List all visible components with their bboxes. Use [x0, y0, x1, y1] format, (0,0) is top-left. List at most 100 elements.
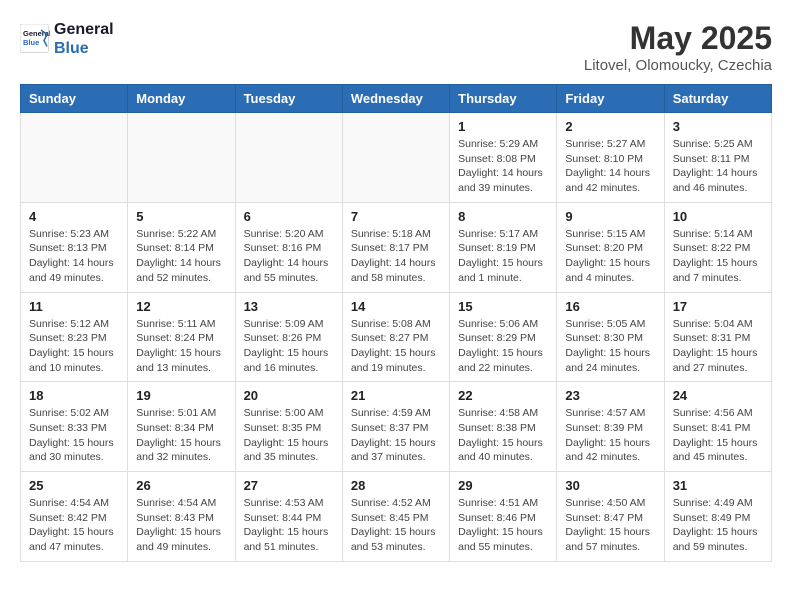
- day-number: 5: [136, 209, 226, 224]
- day-cell-4-1: 18 Sunrise: 5:02 AM Sunset: 8:33 PM Dayli…: [21, 382, 128, 472]
- day-info: Sunrise: 4:53 AM Sunset: 8:44 PM Dayligh…: [244, 496, 334, 555]
- day-number: 9: [565, 209, 655, 224]
- day-cell-2-2: 5 Sunrise: 5:22 AM Sunset: 8:14 PM Daylig…: [128, 202, 235, 292]
- day-cell-3-2: 12 Sunrise: 5:11 AM Sunset: 8:24 PM Dayli…: [128, 292, 235, 382]
- day-number: 15: [458, 299, 548, 314]
- header-saturday: Saturday: [664, 85, 771, 113]
- week-row-3: 11Sunrise: 5:12 AM Sunset: 8:23 PM Dayli…: [21, 292, 772, 382]
- day-number: 29: [458, 478, 548, 493]
- day-cell-1-2: [128, 113, 235, 203]
- day-info: Sunrise: 5:04 AM Sunset: 8:31 PM Dayligh…: [673, 317, 763, 376]
- calendar-table: Sunday Monday Tuesday Wednesday Thursday…: [20, 84, 772, 562]
- day-cell-5-3: 27Sunrise: 4:53 AM Sunset: 8:44 PM Dayli…: [235, 472, 342, 562]
- day-info: Sunrise: 5:09 AM Sunset: 8:26 PM Dayligh…: [244, 317, 334, 376]
- day-number: 4: [29, 209, 119, 224]
- day-number: 11: [29, 299, 119, 314]
- day-cell-5-6: 30 Sunrise: 4:50 AM Sunset: 8:47 PM Dayli…: [557, 472, 664, 562]
- header-wednesday: Wednesday: [342, 85, 449, 113]
- day-info: Sunrise: 4:52 AM Sunset: 8:45 PM Dayligh…: [351, 496, 441, 555]
- day-number: 2: [565, 119, 655, 134]
- day-info: Sunrise: 4:51 AM Sunset: 8:46 PM Dayligh…: [458, 496, 548, 555]
- day-number: 26: [136, 478, 226, 493]
- day-number: 28: [351, 478, 441, 493]
- day-cell-4-2: 19 Sunrise: 5:01 AM Sunset: 8:34 PM Dayli…: [128, 382, 235, 472]
- week-row-5: 25Sunrise: 4:54 AM Sunset: 8:42 PM Dayli…: [21, 472, 772, 562]
- day-info: Sunrise: 4:49 AM Sunset: 8:49 PM Dayligh…: [673, 496, 763, 555]
- day-number: 6: [244, 209, 334, 224]
- day-cell-1-5: 1 Sunrise: 5:29 AM Sunset: 8:08 PM Daylig…: [450, 113, 557, 203]
- day-info: Sunrise: 4:56 AM Sunset: 8:41 PM Dayligh…: [673, 406, 763, 465]
- day-cell-2-1: 4Sunrise: 5:23 AM Sunset: 8:13 PM Daylig…: [21, 202, 128, 292]
- day-cell-5-7: 31 Sunrise: 4:49 AM Sunset: 8:49 PM Dayli…: [664, 472, 771, 562]
- day-number: 25: [29, 478, 119, 493]
- day-cell-5-5: 29 Sunrise: 4:51 AM Sunset: 8:46 PM Dayli…: [450, 472, 557, 562]
- day-number: 19: [136, 388, 226, 403]
- week-row-4: 18 Sunrise: 5:02 AM Sunset: 8:33 PM Dayli…: [21, 382, 772, 472]
- day-cell-1-7: 3Sunrise: 5:25 AM Sunset: 8:11 PM Daylig…: [664, 113, 771, 203]
- day-info: Sunrise: 4:58 AM Sunset: 8:38 PM Dayligh…: [458, 406, 548, 465]
- day-cell-4-4: 21Sunrise: 4:59 AM Sunset: 8:37 PM Dayli…: [342, 382, 449, 472]
- week-row-1: 1 Sunrise: 5:29 AM Sunset: 8:08 PM Daylig…: [21, 113, 772, 203]
- day-info: Sunrise: 4:57 AM Sunset: 8:39 PM Dayligh…: [565, 406, 655, 465]
- day-cell-1-6: 2 Sunrise: 5:27 AM Sunset: 8:10 PM Daylig…: [557, 113, 664, 203]
- day-number: 14: [351, 299, 441, 314]
- day-cell-5-4: 28 Sunrise: 4:52 AM Sunset: 8:45 PM Dayli…: [342, 472, 449, 562]
- header-thursday: Thursday: [450, 85, 557, 113]
- day-number: 10: [673, 209, 763, 224]
- day-number: 13: [244, 299, 334, 314]
- day-cell-4-5: 22 Sunrise: 4:58 AM Sunset: 8:38 PM Dayli…: [450, 382, 557, 472]
- day-cell-1-1: [21, 113, 128, 203]
- day-number: 16: [565, 299, 655, 314]
- day-info: Sunrise: 5:08 AM Sunset: 8:27 PM Dayligh…: [351, 317, 441, 376]
- day-cell-2-7: 10 Sunrise: 5:14 AM Sunset: 8:22 PM Dayli…: [664, 202, 771, 292]
- day-number: 8: [458, 209, 548, 224]
- day-info: Sunrise: 5:22 AM Sunset: 8:14 PM Dayligh…: [136, 227, 226, 286]
- day-cell-3-7: 17Sunrise: 5:04 AM Sunset: 8:31 PM Dayli…: [664, 292, 771, 382]
- header-tuesday: Tuesday: [235, 85, 342, 113]
- day-info: Sunrise: 5:06 AM Sunset: 8:29 PM Dayligh…: [458, 317, 548, 376]
- day-number: 7: [351, 209, 441, 224]
- week-row-2: 4Sunrise: 5:23 AM Sunset: 8:13 PM Daylig…: [21, 202, 772, 292]
- header-monday: Monday: [128, 85, 235, 113]
- logo-text: General Blue: [54, 20, 114, 58]
- day-info: Sunrise: 4:50 AM Sunset: 8:47 PM Dayligh…: [565, 496, 655, 555]
- day-info: Sunrise: 5:27 AM Sunset: 8:10 PM Dayligh…: [565, 137, 655, 196]
- logo-icon: General Blue: [20, 24, 50, 54]
- day-cell-1-3: [235, 113, 342, 203]
- day-cell-3-1: 11Sunrise: 5:12 AM Sunset: 8:23 PM Dayli…: [21, 292, 128, 382]
- day-number: 18: [29, 388, 119, 403]
- day-info: Sunrise: 5:00 AM Sunset: 8:35 PM Dayligh…: [244, 406, 334, 465]
- logo: General Blue General Blue: [20, 20, 114, 58]
- day-info: Sunrise: 5:15 AM Sunset: 8:20 PM Dayligh…: [565, 227, 655, 286]
- page-header: General Blue General Blue May 2025 Litov…: [20, 20, 772, 74]
- day-cell-3-5: 15 Sunrise: 5:06 AM Sunset: 8:29 PM Dayli…: [450, 292, 557, 382]
- day-number: 20: [244, 388, 334, 403]
- day-number: 23: [565, 388, 655, 403]
- day-cell-5-2: 26Sunrise: 4:54 AM Sunset: 8:43 PM Dayli…: [128, 472, 235, 562]
- day-info: Sunrise: 5:14 AM Sunset: 8:22 PM Dayligh…: [673, 227, 763, 286]
- day-number: 21: [351, 388, 441, 403]
- day-number: 1: [458, 119, 548, 134]
- day-number: 3: [673, 119, 763, 134]
- day-cell-4-3: 20 Sunrise: 5:00 AM Sunset: 8:35 PM Dayli…: [235, 382, 342, 472]
- svg-text:Blue: Blue: [23, 38, 39, 47]
- day-number: 30: [565, 478, 655, 493]
- day-cell-3-3: 13 Sunrise: 5:09 AM Sunset: 8:26 PM Dayli…: [235, 292, 342, 382]
- location-subtitle: Litovel, Olomoucky, Czechia: [584, 57, 772, 74]
- day-number: 31: [673, 478, 763, 493]
- day-cell-2-5: 8Sunrise: 5:17 AM Sunset: 8:19 PM Daylig…: [450, 202, 557, 292]
- day-info: Sunrise: 5:05 AM Sunset: 8:30 PM Dayligh…: [565, 317, 655, 376]
- day-info: Sunrise: 5:01 AM Sunset: 8:34 PM Dayligh…: [136, 406, 226, 465]
- day-info: Sunrise: 5:02 AM Sunset: 8:33 PM Dayligh…: [29, 406, 119, 465]
- day-cell-3-4: 14 Sunrise: 5:08 AM Sunset: 8:27 PM Dayli…: [342, 292, 449, 382]
- title-block: May 2025 Litovel, Olomoucky, Czechia: [584, 20, 772, 74]
- day-cell-3-6: 16 Sunrise: 5:05 AM Sunset: 8:30 PM Dayli…: [557, 292, 664, 382]
- day-info: Sunrise: 5:20 AM Sunset: 8:16 PM Dayligh…: [244, 227, 334, 286]
- day-info: Sunrise: 5:11 AM Sunset: 8:24 PM Dayligh…: [136, 317, 226, 376]
- day-cell-2-3: 6 Sunrise: 5:20 AM Sunset: 8:16 PM Daylig…: [235, 202, 342, 292]
- header-sunday: Sunday: [21, 85, 128, 113]
- day-info: Sunrise: 5:29 AM Sunset: 8:08 PM Dayligh…: [458, 137, 548, 196]
- day-number: 12: [136, 299, 226, 314]
- month-title: May 2025: [584, 20, 772, 57]
- day-number: 22: [458, 388, 548, 403]
